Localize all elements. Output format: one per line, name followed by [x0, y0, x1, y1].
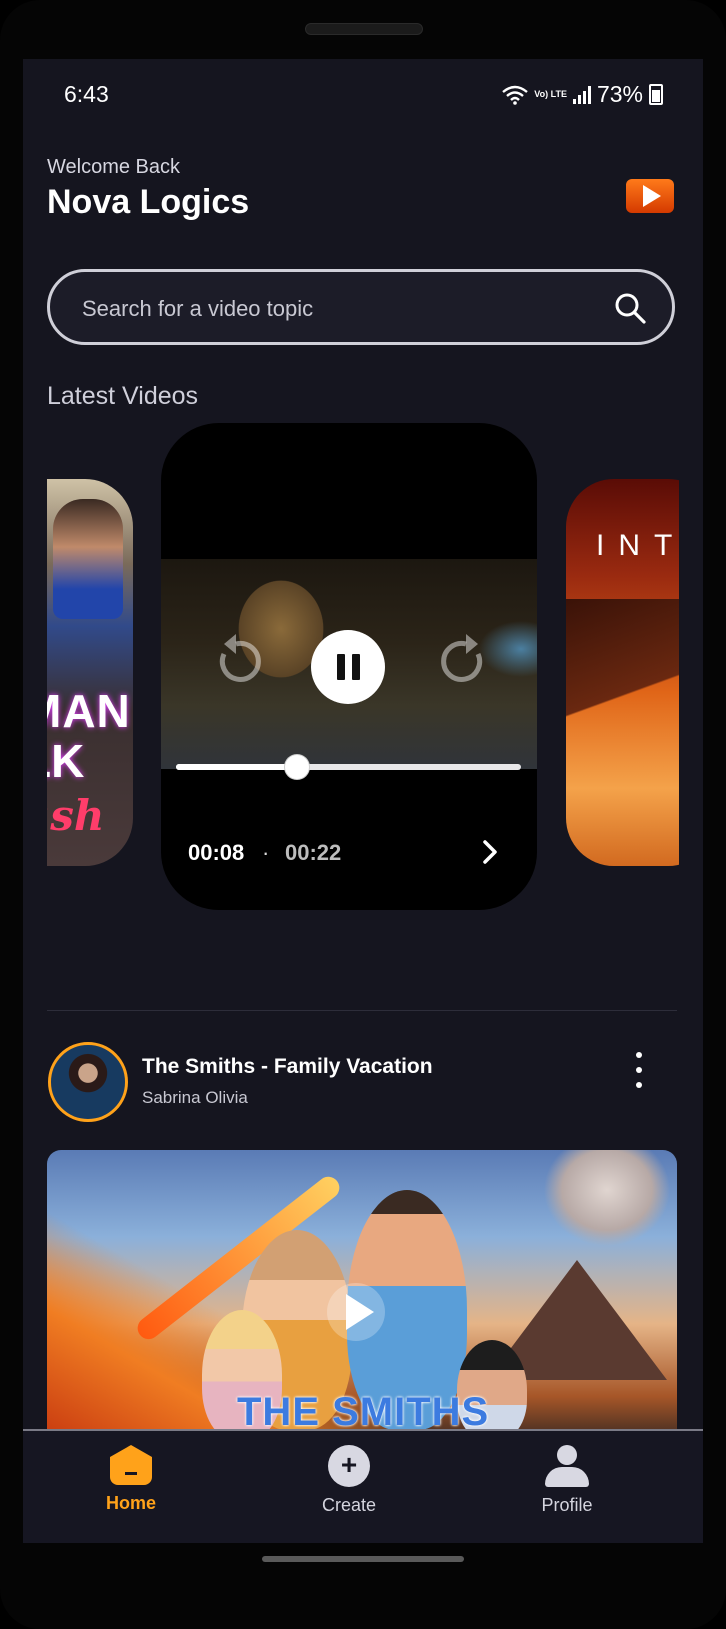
more-options-icon[interactable]	[633, 1052, 645, 1088]
total-time: 00:22	[285, 840, 342, 865]
progress-fill	[176, 764, 297, 770]
app-screen: 6:43 Vo) LTE 73% Welcome Back Nova Logic…	[23, 59, 703, 1543]
battery-percent: 73%	[596, 81, 643, 107]
avatar[interactable]	[48, 1042, 128, 1122]
poster-figure	[53, 499, 123, 619]
post-author[interactable]: Sabrina Olivia	[142, 1088, 248, 1108]
nav-profile[interactable]: Profile	[507, 1445, 627, 1516]
user-icon	[545, 1445, 589, 1487]
wifi-icon	[502, 85, 529, 105]
signal-icon	[572, 85, 591, 104]
video-player-card[interactable]: 00:08 · 00:22	[161, 423, 537, 910]
progress-bar[interactable]	[176, 755, 521, 779]
volte-indicator: Vo) LTE	[534, 89, 567, 99]
latest-videos-heading: Latest Videos	[47, 382, 199, 410]
plus-circle-icon: +	[328, 1445, 370, 1487]
video-carousel[interactable]: MAN LK ash	[47, 423, 679, 923]
play-icon[interactable]	[327, 1283, 385, 1341]
status-time: 6:43	[64, 81, 109, 107]
search-input[interactable]	[80, 288, 584, 330]
nav-profile-label: Profile	[541, 1495, 593, 1515]
post-title[interactable]: The Smiths - Family Vacation	[142, 1055, 433, 1079]
nav-create[interactable]: + Create	[289, 1445, 409, 1516]
home-icon	[110, 1445, 152, 1485]
nav-create-label: Create	[321, 1495, 377, 1515]
search-bar	[47, 269, 675, 345]
play-logo-icon[interactable]	[626, 179, 674, 213]
nav-home[interactable]: Home	[71, 1445, 191, 1514]
status-icons: Vo) LTE 73%	[502, 81, 663, 108]
poster-title: INT	[596, 529, 679, 562]
rewind-icon[interactable]	[206, 632, 266, 692]
pause-button[interactable]	[311, 630, 385, 704]
post-thumbnail[interactable]: THE SMITHS	[47, 1150, 677, 1440]
welcome-text: Welcome Back	[47, 156, 181, 178]
time-separator: ·	[262, 840, 270, 865]
pause-icon	[336, 654, 345, 680]
carousel-card-previous[interactable]: MAN LK ash	[47, 479, 133, 866]
section-divider	[47, 1010, 677, 1011]
current-time: 00:08	[188, 840, 245, 865]
phone-frame: 6:43 Vo) LTE 73% Welcome Back Nova Logic…	[0, 0, 726, 1629]
user-name: Nova Logics	[47, 183, 250, 221]
forward-icon[interactable]	[436, 632, 496, 692]
poster-text-line-2: LK	[47, 735, 85, 787]
poster-text-line-1: MAN	[47, 685, 131, 737]
earpiece-speaker	[305, 23, 423, 35]
home-indicator[interactable]	[262, 1556, 464, 1562]
carousel-card-next[interactable]: INT	[566, 479, 679, 866]
chevron-right-icon[interactable]	[476, 838, 504, 866]
search-icon[interactable]	[614, 292, 646, 324]
progress-handle[interactable]	[284, 755, 309, 779]
poster-text-line-3: ash	[47, 791, 105, 840]
battery-icon	[649, 84, 663, 105]
poster-art	[566, 599, 679, 749]
bottom-navigation: Home + Create Profile	[23, 1429, 703, 1543]
nav-home-label: Home	[105, 1493, 156, 1513]
